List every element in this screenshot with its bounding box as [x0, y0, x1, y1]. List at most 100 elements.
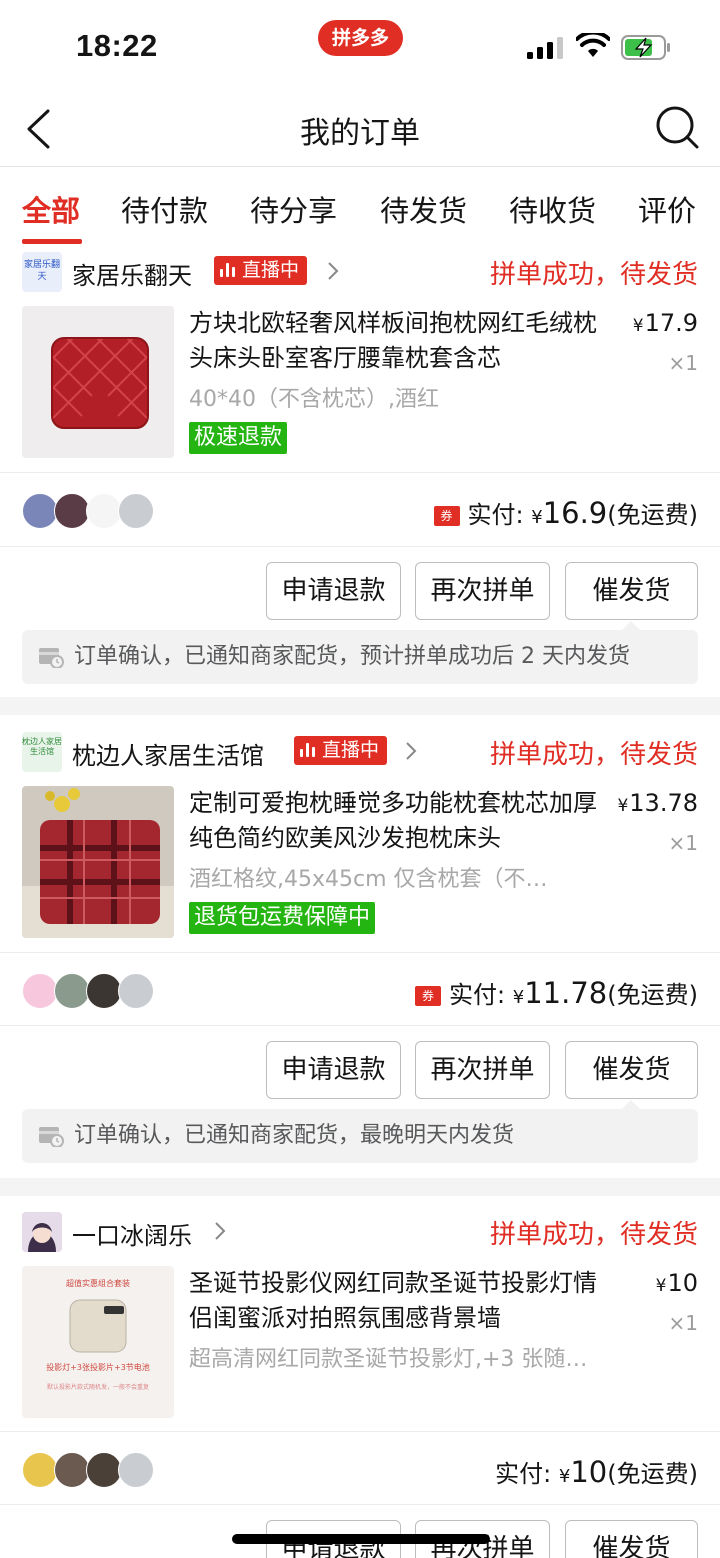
- live-badge[interactable]: 直播中: [294, 736, 388, 765]
- product-spec: 40*40（不含枕芯）,酒红: [189, 387, 439, 412]
- cellular-signal-icon: [527, 37, 563, 59]
- order-notice: 订单确认，已通知商家配货，最晚明天内发货: [22, 1109, 698, 1163]
- app-badge[interactable]: 拼多多: [318, 20, 403, 56]
- tab-pending-payment[interactable]: 待付款: [121, 188, 208, 230]
- product-price: ¥17.9: [632, 309, 698, 337]
- avatar: [54, 1452, 90, 1488]
- search-icon[interactable]: [655, 105, 700, 151]
- shop-header[interactable]: 枕边人家居生活馆 枕边人家居生活馆 直播中 拼单成功，待发货: [0, 725, 720, 781]
- product-title[interactable]: 方块北欧轻奢风样板间抱枕网红毛绒枕头床头卧室客厅腰靠枕套含芯: [189, 306, 617, 376]
- paid-amount: 券实付: ¥11.78(免运费): [415, 975, 698, 1010]
- section-divider: [0, 697, 720, 715]
- coupon-icon: 券: [415, 986, 442, 1006]
- request-refund-button[interactable]: 申请退款: [266, 1041, 401, 1099]
- live-label: 直播中: [242, 259, 300, 281]
- divider-line: [0, 1025, 720, 1026]
- avatar: [118, 493, 154, 529]
- live-bars-icon: [220, 263, 236, 277]
- red-pillow-image: [22, 306, 174, 458]
- payment-row: 券实付: ¥16.9(免运费): [0, 473, 720, 547]
- shop-name[interactable]: 家居乐翻天: [72, 256, 192, 291]
- thumb-caption: 投影灯+3张投影片+3节电池: [46, 1363, 150, 1372]
- reorder-button[interactable]: 再次拼单: [415, 1041, 550, 1099]
- tab-pending-receipt[interactable]: 待收货: [509, 188, 596, 230]
- product-image[interactable]: 超值实惠组合套装 投影灯+3张投影片+3节电池 默认投影片款式随机发，一般不会重…: [22, 1266, 174, 1418]
- avatar: [22, 1452, 58, 1488]
- guarantee-badge: 退货包运费保障中: [189, 902, 376, 934]
- home-indicator[interactable]: [232, 1534, 490, 1544]
- divider-line: [0, 1504, 720, 1505]
- order-status: 拼单成功，待发货: [489, 740, 698, 770]
- tab-review[interactable]: 评价: [638, 188, 696, 230]
- order-card: 一口冰阔乐 拼单成功，待发货 超值实惠组合套装 投影灯+3张投影片+3节电池 默…: [0, 1205, 720, 1558]
- urge-shipping-button[interactable]: 催发货: [565, 1041, 698, 1099]
- status-time: 18:22: [76, 28, 158, 63]
- shop-name[interactable]: 枕边人家居生活馆: [72, 736, 264, 771]
- receipt-clock-icon: [39, 1127, 64, 1147]
- group-avatars[interactable]: [22, 493, 172, 531]
- status-bar: 18:22 拼多多: [0, 0, 720, 90]
- avatar: [86, 493, 122, 529]
- thumb-caption: 超值实惠组合套装: [66, 1279, 130, 1288]
- product-qty: ×1: [668, 351, 698, 375]
- avatar: [86, 973, 122, 1009]
- active-tab-underline: [22, 239, 82, 244]
- page-title: 我的订单: [300, 116, 420, 151]
- avatar: [118, 1452, 154, 1488]
- avatar: [118, 973, 154, 1009]
- tab-all[interactable]: 全部: [22, 188, 80, 230]
- product-spec: 酒红格纹,45x45cm 仅含枕套（不…: [189, 867, 548, 892]
- coupon-icon: 券: [433, 506, 460, 526]
- payment-row: 实付: ¥10(免运费): [0, 1432, 720, 1506]
- order-status: 拼单成功，待发货: [489, 1220, 698, 1250]
- wifi-icon: [576, 33, 610, 57]
- paid-amount: 券实付: ¥16.9(免运费): [433, 495, 698, 530]
- product-spec: 超高清网红同款圣诞节投影灯,+3 张随…: [189, 1347, 588, 1372]
- urge-shipping-button[interactable]: 催发货: [565, 562, 698, 620]
- nav-bar: 我的订单: [0, 90, 720, 167]
- live-badge[interactable]: 直播中: [214, 256, 308, 285]
- avatar: [22, 493, 58, 529]
- tab-pending-share[interactable]: 待分享: [250, 188, 337, 230]
- avatar: [54, 973, 90, 1009]
- avatar: [22, 973, 58, 1009]
- product-title[interactable]: 圣诞节投影仪网红同款圣诞节投影灯情侣闺蜜派对拍照氛围感背景墙: [189, 1266, 617, 1336]
- avatar: [54, 493, 90, 529]
- order-notice: 订单确认，已通知商家配货，预计拼单成功后 2 天内发货: [22, 630, 698, 684]
- chevron-right-icon[interactable]: [326, 260, 340, 282]
- receipt-clock-icon: [39, 648, 64, 668]
- live-bars-icon: [300, 743, 316, 757]
- chevron-right-icon[interactable]: [213, 1220, 227, 1242]
- payment-row: 券实付: ¥11.78(免运费): [0, 953, 720, 1027]
- group-avatars[interactable]: [22, 973, 172, 1011]
- group-avatars[interactable]: [22, 1452, 172, 1490]
- urge-shipping-button[interactable]: 催发货: [565, 1520, 698, 1558]
- shop-header[interactable]: 一口冰阔乐 拼单成功，待发货: [0, 1205, 720, 1261]
- product-image[interactable]: [22, 786, 174, 938]
- paid-amount: 实付: ¥10(免运费): [495, 1455, 698, 1489]
- request-refund-button[interactable]: 申请退款: [266, 562, 401, 620]
- product-title[interactable]: 定制可爱抱枕睡觉多功能枕套枕芯加厚纯色简约欧美风沙发抱枕床头: [189, 786, 617, 856]
- section-divider: [0, 1178, 720, 1196]
- chevron-right-icon[interactable]: [404, 740, 418, 762]
- product-price: ¥10: [655, 1269, 698, 1297]
- shop-logo: 枕边人家居生活馆: [22, 732, 62, 772]
- product-qty: ×1: [668, 1311, 698, 1335]
- product-image[interactable]: [22, 306, 174, 458]
- shop-logo: [22, 1212, 62, 1252]
- order-card: 枕边人家居生活馆 枕边人家居生活馆 直播中 拼单成功，待发货 定制可爱抱枕睡觉多…: [0, 725, 720, 1178]
- order-status: 拼单成功，待发货: [489, 260, 698, 290]
- shop-logo: 家居乐翻天: [22, 252, 62, 292]
- projector-image: [69, 1299, 127, 1353]
- tab-pending-shipment[interactable]: 待发货: [380, 188, 467, 230]
- product-price: ¥13.78: [617, 789, 698, 817]
- product-qty: ×1: [668, 831, 698, 855]
- anime-avatar-icon: [22, 1212, 62, 1252]
- shop-header[interactable]: 家居乐翻天 家居乐翻天 直播中 拼单成功，待发货: [0, 245, 720, 301]
- reorder-button[interactable]: 再次拼单: [415, 562, 550, 620]
- battery-charging-icon: [621, 35, 670, 60]
- thumb-caption: 默认投影片款式随机发，一般不会重复: [46, 1384, 149, 1391]
- shop-name[interactable]: 一口冰阔乐: [72, 1216, 192, 1251]
- avatar: [86, 1452, 122, 1488]
- order-card: 家居乐翻天 家居乐翻天 直播中 拼单成功，待发货 方块北欧轻奢风样板间抱枕网红毛…: [0, 245, 720, 697]
